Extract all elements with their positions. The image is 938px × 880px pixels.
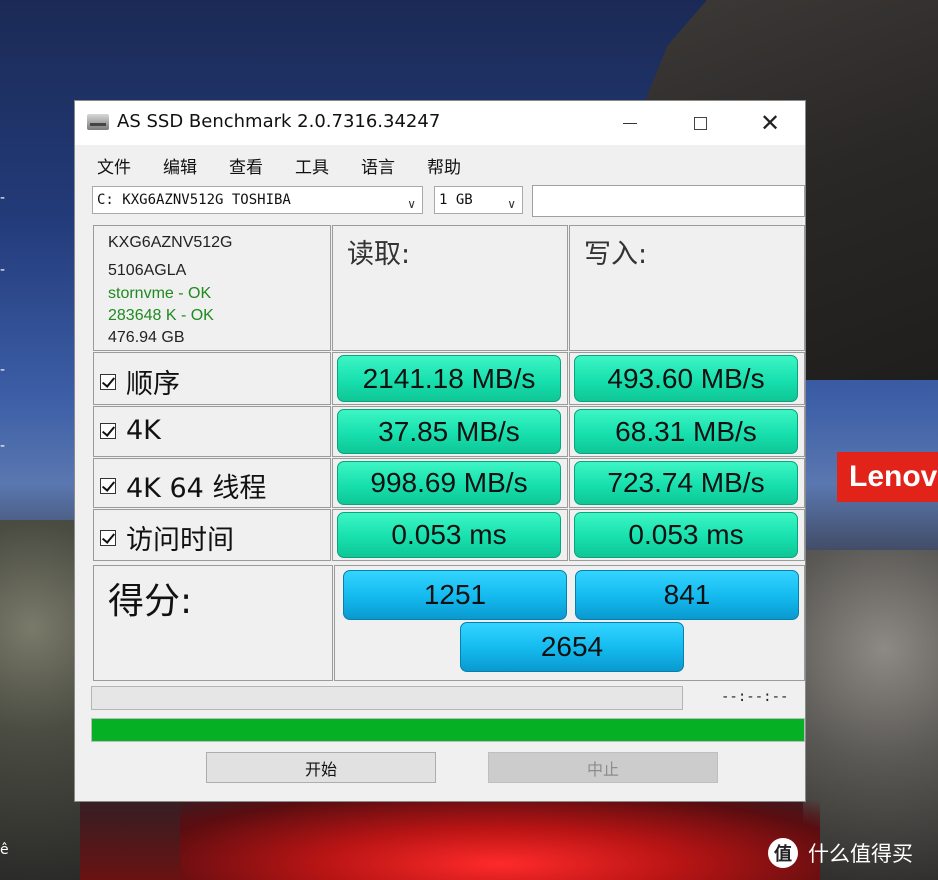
access-write-result: 0.053 ms	[574, 512, 798, 558]
seq-read-result: 2141.18 MB/s	[337, 355, 561, 402]
test-seq-label: 顺序	[126, 369, 180, 400]
test-4k64-toggle[interactable]: 4K 64 线程	[100, 466, 266, 505]
edge-mark: -	[0, 438, 6, 454]
watermark: 值 什么值得买	[768, 836, 913, 870]
driver-status: stornvme - OK	[108, 285, 212, 302]
drive-icon	[87, 114, 109, 130]
score-title: 得分:	[108, 581, 193, 622]
test-row-label-4k: 4K	[93, 406, 331, 457]
edge-mark: ê	[0, 842, 9, 858]
score-total: 2654	[460, 622, 684, 672]
maximize-icon	[693, 116, 707, 130]
4k-read-cell: 37.85 MB/s	[332, 406, 568, 457]
desktop-rocks-right	[803, 550, 938, 880]
drive-select-value: C: KXG6AZNV512G TOSHIBA	[97, 192, 291, 208]
overall-progress-fill	[92, 719, 804, 741]
menu-help[interactable]: 帮助	[427, 153, 461, 178]
4k64-read-result: 998.69 MB/s	[337, 461, 561, 505]
seq-read-cell: 2141.18 MB/s	[332, 352, 568, 405]
4k-write-result: 68.31 MB/s	[574, 409, 798, 454]
test-access-toggle[interactable]: 访问时间	[100, 518, 234, 557]
maximize-button[interactable]	[665, 101, 735, 145]
test-row-label-4k64: 4K 64 线程	[93, 458, 331, 508]
alignment-status: 283648 K - OK	[108, 307, 214, 324]
score-read: 1251	[343, 570, 567, 620]
desktop-lava	[180, 800, 820, 880]
read-heading: 读取:	[347, 239, 411, 270]
access-read-result: 0.053 ms	[337, 512, 561, 558]
test-access-label: 访问时间	[126, 525, 234, 556]
4k64-read-cell: 998.69 MB/s	[332, 458, 568, 508]
stop-button[interactable]: 中止	[488, 752, 718, 783]
drive-firmware: 5106AGLA	[108, 262, 187, 279]
test-4k-toggle[interactable]: 4K	[100, 415, 161, 446]
checkbox-4k[interactable]	[100, 422, 116, 439]
checkbox-access[interactable]	[100, 529, 116, 546]
as-ssd-window: AS SSD Benchmark 2.0.7316.34247 ✕ 文件 编辑 …	[74, 100, 806, 802]
access-read-cell: 0.053 ms	[332, 509, 568, 561]
seq-write-cell: 493.60 MB/s	[569, 352, 805, 405]
test-progress-bar	[91, 686, 683, 710]
close-icon: ✕	[759, 109, 781, 137]
menu-view[interactable]: 查看	[229, 153, 263, 178]
start-button[interactable]: 开始	[206, 752, 436, 783]
window-title: AS SSD Benchmark 2.0.7316.34247	[117, 111, 441, 132]
drive-model: KXG6AZNV512G	[108, 234, 233, 251]
test-row-label-seq: 顺序	[93, 352, 331, 405]
watermark-text: 什么值得买	[808, 842, 913, 866]
test-4k-label: 4K	[126, 415, 161, 446]
watermark-icon: 值	[768, 838, 798, 868]
4k-write-cell: 68.31 MB/s	[569, 406, 805, 457]
4k64-write-result: 723.74 MB/s	[574, 461, 798, 505]
score-write: 841	[575, 570, 799, 620]
chevron-down-icon: ∨	[507, 197, 516, 211]
menu-edit[interactable]: 编辑	[163, 153, 197, 178]
lenovo-logo: Lenovo	[837, 452, 938, 502]
menu-bar: 文件 编辑 查看 工具 语言 帮助	[75, 149, 805, 179]
edge-mark: -	[0, 362, 6, 378]
minimize-button[interactable]	[595, 101, 665, 145]
size-select-value: 1 GB	[439, 192, 473, 208]
write-column-header: 写入:	[569, 225, 805, 351]
menu-file[interactable]: 文件	[97, 153, 131, 178]
elapsed-timer: --:--:--	[721, 689, 789, 705]
access-write-cell: 0.053 ms	[569, 509, 805, 561]
seq-write-result: 493.60 MB/s	[574, 355, 798, 402]
overall-progress-bar	[91, 718, 805, 742]
read-column-header: 读取:	[332, 225, 568, 351]
title-bar[interactable]: AS SSD Benchmark 2.0.7316.34247 ✕	[75, 101, 805, 145]
menu-language[interactable]: 语言	[361, 153, 395, 178]
checkbox-4k64[interactable]	[100, 477, 116, 494]
minimize-icon	[623, 122, 637, 124]
test-row-label-access: 访问时间	[93, 509, 331, 561]
4k-read-result: 37.85 MB/s	[337, 409, 561, 454]
test-seq-toggle[interactable]: 顺序	[100, 362, 180, 401]
checkbox-seq[interactable]	[100, 373, 116, 390]
write-heading: 写入:	[584, 239, 648, 270]
drive-capacity: 476.94 GB	[108, 329, 185, 346]
score-panel: 1251 841 2654	[334, 565, 805, 681]
close-button[interactable]: ✕	[735, 101, 805, 145]
menu-tools[interactable]: 工具	[295, 153, 329, 178]
drive-info-panel: KXG6AZNV512G 5106AGLA stornvme - OK 2836…	[93, 225, 331, 351]
4k64-write-cell: 723.74 MB/s	[569, 458, 805, 508]
chevron-down-icon: ∨	[407, 197, 416, 211]
desktop-rocks-left	[0, 520, 80, 880]
edge-mark: -	[0, 190, 6, 206]
drive-select[interactable]: C: KXG6AZNV512G TOSHIBA ∨	[92, 186, 423, 214]
info-text-field[interactable]	[532, 185, 805, 217]
test-4k64-label: 4K 64 线程	[126, 473, 267, 504]
score-label-panel: 得分:	[93, 565, 333, 681]
edge-mark: -	[0, 262, 6, 278]
size-select[interactable]: 1 GB ∨	[434, 186, 523, 214]
